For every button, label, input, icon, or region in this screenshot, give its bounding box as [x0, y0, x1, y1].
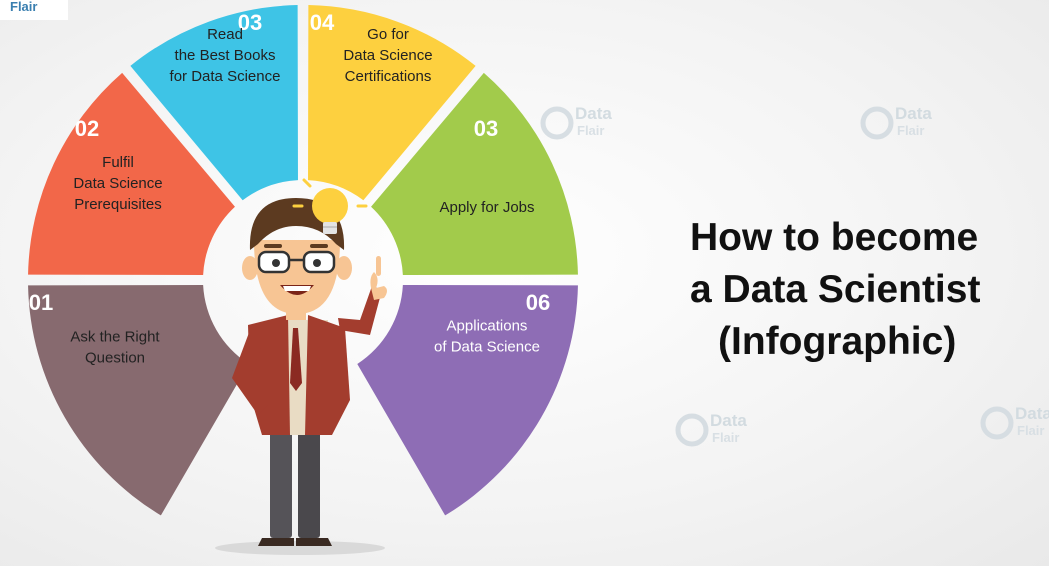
segment-1-shape [28, 285, 249, 516]
watermark-main: Data [575, 104, 612, 123]
watermark: Data Flair [980, 404, 1049, 440]
character-right-leg [298, 430, 320, 538]
segment-3-label-line: the Best Books [175, 47, 276, 64]
character-left-leg [270, 430, 292, 538]
watermark-main: Data [895, 104, 932, 123]
watermark-main: Data [1015, 404, 1049, 423]
segment-6-label-line: of Data Science [434, 339, 540, 356]
character-left-shoe [258, 538, 294, 546]
character-jacket-right [305, 315, 350, 435]
watermark-main: Data [710, 411, 747, 430]
watermark: Data Flair [860, 104, 932, 140]
segment-5-number: 03 [474, 116, 498, 141]
segment-2-number: 02 [75, 116, 99, 141]
segment-4-label-line: Go for [367, 26, 409, 43]
watermark-sub: Flair [577, 123, 604, 138]
segment-2-label-line: Fulfil [102, 154, 134, 171]
watermark: Data Flair [540, 104, 612, 140]
segment-2-label-line: Prerequisites [74, 196, 162, 213]
segment-2-label-line: Data Science [73, 175, 162, 192]
segment-4-number: 04 [310, 10, 335, 35]
title-line-2: a Data Scientist [690, 268, 981, 311]
watermark: Data Flair [675, 411, 747, 447]
watermark-sub: Flair [1017, 423, 1044, 438]
page-title: How to become a Data Scientist (Infograp… [690, 212, 1030, 368]
character-left-eyebrow [264, 244, 282, 248]
segment-3-label-line: for Data Science [170, 68, 281, 85]
segment-1-label-line: Question [85, 350, 145, 367]
title-line-1: How to become [690, 216, 979, 259]
watermark-sub: Flair [712, 430, 739, 445]
segment-6-label-line: Applications [447, 318, 528, 335]
character-pointing-finger [376, 256, 381, 276]
segment-4-label-line: Certifications [345, 68, 432, 85]
watermark-sub: Flair [897, 123, 924, 138]
segment-5-label-line: Apply for Jobs [439, 199, 534, 216]
segment-1-label-line: Ask the Right [70, 329, 160, 346]
character-right-eyebrow [310, 244, 328, 248]
title-line-3: (Infographic) [718, 320, 957, 363]
character-teeth [283, 286, 311, 291]
character-jacket-left [248, 315, 290, 435]
segment-3-label-line: Read [207, 26, 243, 43]
segment-6-number: 06 [526, 290, 550, 315]
segment-4-label-line: Data Science [343, 47, 432, 64]
segment-1-number: 01 [29, 290, 53, 315]
character-right-shoe [296, 538, 332, 546]
